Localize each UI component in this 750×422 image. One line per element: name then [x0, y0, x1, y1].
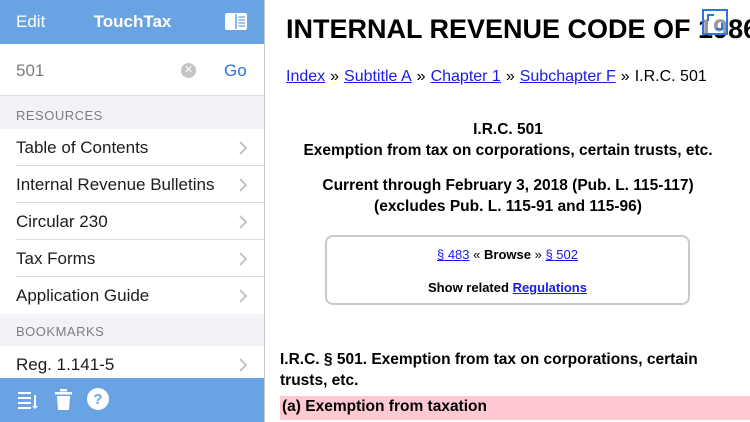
chevron-right-icon [237, 178, 249, 192]
fullscreen-icon[interactable] [702, 9, 728, 35]
breadcrumb-index-link[interactable]: Index [286, 68, 325, 85]
sidebar: Edit TouchTax 501 ✕ Go RESOURCES Table o… [0, 0, 265, 422]
sidebar-item-label: Application Guide [16, 286, 150, 305]
currency-line: Current through February 3, 2018 (Pub. L… [322, 177, 694, 194]
book-icon[interactable] [224, 12, 248, 31]
next-section-link[interactable]: § 502 [545, 247, 578, 262]
trash-icon[interactable] [55, 389, 72, 415]
breadcrumb-separator: » [330, 68, 340, 85]
sidebar-item-circular-230[interactable]: Circular 230 [0, 203, 264, 240]
sidebar-item-label: Internal Revenue Bulletins [16, 175, 215, 194]
section-body-heading: I.R.C. § 501. Exemption from tax on corp… [280, 351, 698, 389]
breadcrumb: Index» Subtitle A» Chapter 1» Subchapter F»… [286, 68, 707, 86]
resources-header: RESOURCES [16, 108, 103, 123]
browse-line: § 483 « Browse » § 502 [327, 247, 688, 262]
sidebar-toolbar: ? [0, 378, 264, 422]
chevron-right-icon [237, 141, 249, 155]
chevron-right-icon [237, 358, 249, 372]
exclusion-line: (excludes Pub. L. 115-91 and 115-96) [374, 198, 642, 215]
breadcrumb-separator: » [620, 68, 630, 85]
search-input[interactable]: 501 [16, 61, 44, 81]
breadcrumb-separator: » [416, 68, 426, 85]
sidebar-item-internal-revenue-bulletins[interactable]: Internal Revenue Bulletins [0, 166, 264, 203]
sidebar-item-tax-forms[interactable]: Tax Forms [0, 240, 264, 277]
chevron-right-icon [237, 215, 249, 229]
bookmark-label: Reg. 1.141-5 [16, 355, 115, 374]
sidebar-item-application-guide[interactable]: Application Guide [0, 277, 264, 314]
browse-right-quote: » [534, 247, 542, 262]
related-text: Show related [428, 280, 509, 295]
search-row: 501 ✕ Go [0, 44, 264, 96]
sidebar-item-table-of-contents[interactable]: Table of Contents [0, 129, 264, 166]
browse-label: Browse [484, 247, 531, 262]
breadcrumb-separator: » [505, 68, 515, 85]
section-heading-block: I.R.C. 501 Exemption from tax on corpora… [266, 119, 750, 161]
sidebar-item-label: Circular 230 [16, 212, 108, 231]
section-title: Exemption from tax on corporations, cert… [303, 142, 713, 159]
browse-left-quote: « [473, 247, 481, 262]
document-view: INTERNAL REVENUE CODE OF 1986 Index» Subt… [266, 0, 750, 422]
currency-note: Current through February 3, 2018 (Pub. L… [266, 175, 750, 217]
sidebar-nav-bar: Edit TouchTax [0, 0, 264, 44]
breadcrumb-subtitle-link[interactable]: Subtitle A [344, 68, 412, 85]
go-button[interactable]: Go [224, 61, 247, 81]
section-number: I.R.C. 501 [473, 121, 543, 138]
sidebar-item-label: Table of Contents [16, 138, 149, 157]
bookmarks-header: BOOKMARKS [16, 324, 105, 339]
help-icon[interactable]: ? [87, 388, 109, 415]
breadcrumb-subchapter-link[interactable]: Subchapter F [520, 68, 616, 85]
breadcrumb-chapter-link[interactable]: Chapter 1 [431, 68, 501, 85]
sidebar-item-label: Tax Forms [16, 249, 96, 268]
browse-box: § 483 « Browse » § 502 Show related Regu… [325, 235, 690, 305]
svg-text:?: ? [93, 391, 102, 408]
clear-icon[interactable]: ✕ [181, 63, 196, 78]
subsection-heading: (a) Exemption from taxation [280, 396, 750, 420]
chevron-right-icon [237, 252, 249, 266]
page-title: INTERNAL REVENUE CODE OF 1986 [286, 14, 750, 44]
related-line: Show related Regulations [327, 280, 688, 295]
breadcrumb-current: I.R.C. 501 [634, 68, 707, 85]
list-icon[interactable] [18, 391, 40, 414]
chevron-right-icon [237, 289, 249, 303]
regulations-link[interactable]: Regulations [513, 280, 587, 295]
previous-section-link[interactable]: § 483 [437, 247, 470, 262]
